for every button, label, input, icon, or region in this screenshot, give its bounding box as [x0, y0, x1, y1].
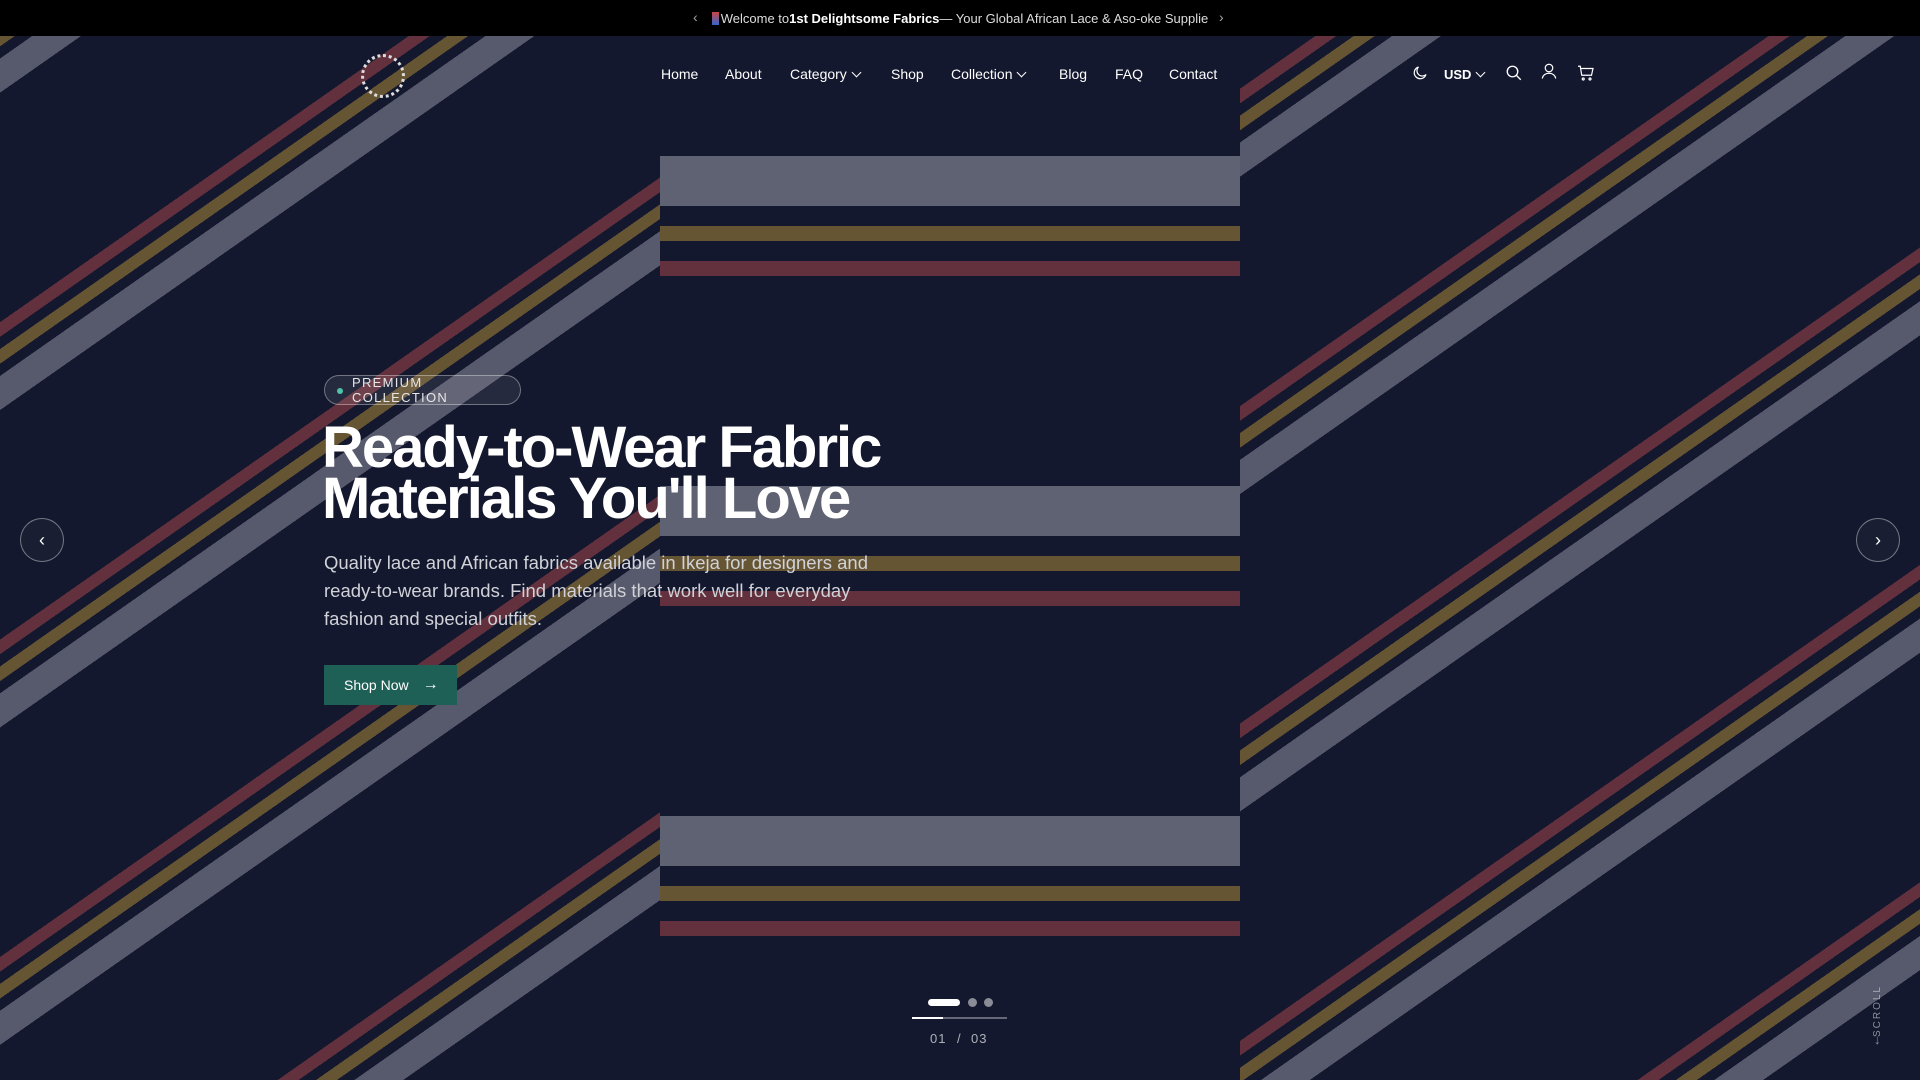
- logo[interactable]: [361, 54, 405, 98]
- nav-category-label: Category: [790, 66, 847, 82]
- cart-icon[interactable]: [1576, 64, 1595, 87]
- flag-icon: [711, 11, 719, 25]
- chevron-right-icon: ›: [1875, 529, 1881, 550]
- chevron-left-icon: ‹: [39, 529, 45, 550]
- slide-prev-button[interactable]: ‹: [20, 518, 64, 562]
- slide-separator: /: [957, 1031, 962, 1046]
- slide-current: 01: [930, 1031, 947, 1046]
- arrow-right-icon: →: [422, 676, 439, 693]
- hero-title: Ready-to-Wear Fabric Materials You'll Lov…: [322, 419, 1022, 528]
- announcement-suffix: — Your Global African Lace & Aso-oke Sup…: [939, 10, 1209, 26]
- user-icon[interactable]: [1540, 62, 1558, 85]
- announcement-prefix: Welcome to: [720, 10, 790, 26]
- shop-now-label: Shop Now: [344, 677, 409, 693]
- shop-now-button[interactable]: Shop Now →: [324, 665, 457, 705]
- scroll-label: SCROLL: [1872, 985, 1883, 1038]
- nav-collection[interactable]: Collection: [951, 66, 1027, 82]
- slide-progress: [912, 1017, 1007, 1019]
- chevron-down-icon: [1017, 67, 1027, 78]
- slide-next-button[interactable]: ›: [1856, 518, 1900, 562]
- slide-progress-fill: [912, 1017, 944, 1019]
- nav-blog[interactable]: Blog: [1059, 66, 1087, 82]
- main-header: Home About Category Shop Collection Blog…: [0, 36, 1920, 116]
- nav-collection-label: Collection: [951, 66, 1013, 82]
- currency-selector[interactable]: USD: [1444, 67, 1486, 82]
- arrow-down-icon: ↓: [1874, 1032, 1881, 1047]
- moon-icon[interactable]: [1411, 64, 1429, 87]
- slide-total: 03: [971, 1031, 988, 1046]
- search-icon[interactable]: [1505, 64, 1523, 87]
- slide-dot-2[interactable]: [968, 998, 977, 1007]
- currency-label: USD: [1444, 67, 1472, 82]
- announcement-bar: ‹ Welcome to 1st Delightsome Fabrics — Y…: [0, 0, 1920, 36]
- chevron-down-icon: [851, 67, 862, 78]
- nav-faq[interactable]: FAQ: [1115, 66, 1143, 82]
- nav-about[interactable]: About: [725, 66, 762, 82]
- hero-title-line2: Materials You'll Love: [322, 466, 851, 531]
- announcement-next-icon[interactable]: ›: [1219, 9, 1224, 25]
- nav-contact[interactable]: Contact: [1169, 66, 1217, 82]
- announcement-prev-icon[interactable]: ‹: [693, 9, 698, 25]
- badge-dot: [337, 388, 343, 394]
- badge-label: PREMIUM COLLECTION: [352, 375, 449, 405]
- announcement-brand: 1st Delightsome Fabrics: [789, 10, 940, 26]
- collection-badge: PREMIUM COLLECTION: [324, 375, 521, 405]
- chevron-down-icon: [1476, 67, 1486, 78]
- hero-overlay: [0, 0, 1920, 1080]
- slide-dot-1[interactable]: [928, 999, 960, 1006]
- nav-shop[interactable]: Shop: [891, 66, 924, 82]
- slide-dot-3[interactable]: [984, 998, 993, 1007]
- nav-home[interactable]: Home: [661, 66, 698, 82]
- nav-category[interactable]: Category: [790, 66, 862, 82]
- hero-subtitle: Quality lace and African fabrics availab…: [324, 552, 868, 629]
